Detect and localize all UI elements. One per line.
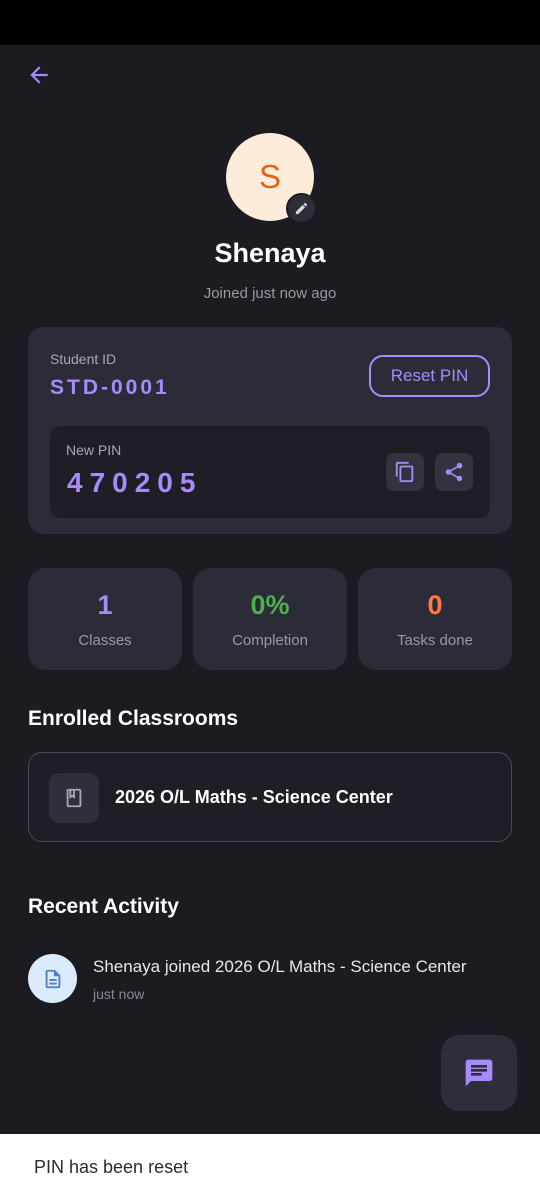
student-id-card: Student ID STD-0001 Reset PIN New PIN 47… (28, 327, 512, 534)
pencil-icon (295, 202, 308, 215)
stat-value: 1 (97, 590, 113, 620)
copy-pin-button[interactable] (386, 453, 424, 491)
arrow-back-icon (30, 66, 48, 84)
stat-tasks-done: 0 Tasks done (358, 568, 512, 670)
recent-activity-heading: Recent Activity (28, 895, 179, 918)
classroom-name: 2026 O/L Maths - Science Center (115, 787, 393, 807)
activity-time: just now (93, 986, 145, 1002)
stat-label: Classes (78, 632, 132, 649)
enrolled-classrooms-heading: Enrolled Classrooms (28, 707, 239, 730)
back-button[interactable] (22, 58, 56, 92)
activity-icon-circle (28, 954, 77, 1003)
student-id-label: Student ID (50, 351, 117, 367)
copy-icon (395, 461, 414, 483)
book-icon (66, 788, 82, 808)
pin-box: New PIN 470205 (50, 426, 490, 518)
stat-completion: 0% Completion (193, 568, 347, 670)
stat-value: 0 (427, 590, 443, 620)
avatar-initial: S (258, 158, 281, 195)
student-id-value: STD-0001 (50, 376, 170, 399)
stat-value: 0% (250, 590, 290, 620)
snackbar: PIN has been reset (0, 1134, 540, 1200)
status-bar (0, 0, 540, 45)
document-icon (45, 969, 60, 988)
stat-label: Tasks done (397, 632, 473, 649)
share-pin-button[interactable] (435, 453, 473, 491)
share-icon (445, 462, 463, 482)
snackbar-message: PIN has been reset (34, 1157, 189, 1177)
joined-text: Joined just now ago (203, 285, 337, 302)
pin-label: New PIN (66, 442, 122, 458)
pin-value: 470205 (67, 467, 203, 498)
stat-label: Completion (232, 632, 308, 649)
chat-icon (465, 1059, 493, 1087)
stat-classes: 1 Classes (28, 568, 182, 670)
classroom-icon-box (49, 773, 99, 823)
activity-text: Shenaya joined 2026 O/L Maths - Science … (93, 957, 467, 976)
reset-pin-button[interactable]: Reset PIN (369, 355, 490, 397)
edit-avatar-button[interactable] (286, 193, 317, 224)
avatar-container: S (226, 133, 317, 224)
classroom-card[interactable]: 2026 O/L Maths - Science Center (28, 752, 512, 842)
student-name: Shenaya (214, 238, 326, 268)
chat-fab-button[interactable] (441, 1035, 517, 1111)
